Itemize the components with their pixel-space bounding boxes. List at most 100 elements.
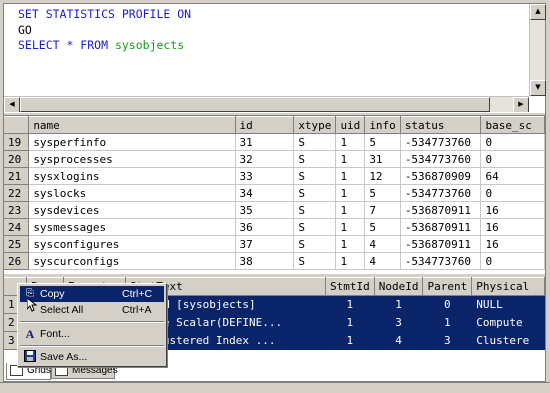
- cell-stmtid[interactable]: 1: [325, 295, 375, 314]
- editor-vertical-scrollbar[interactable]: ▲ ▼: [529, 4, 546, 96]
- cell-id[interactable]: 38: [235, 252, 295, 270]
- cell-xtype[interactable]: S: [293, 167, 337, 185]
- column-header-physical[interactable]: Physical: [471, 277, 545, 296]
- cell-parent[interactable]: 0: [422, 295, 473, 314]
- row-number[interactable]: 21: [4, 167, 30, 185]
- row-number[interactable]: 20: [4, 150, 30, 168]
- scroll-down-arrow-icon[interactable]: ▼: [530, 80, 546, 96]
- cell-name[interactable]: sysperfinfo: [28, 133, 236, 151]
- cell-base-sc[interactable]: 16: [480, 201, 545, 219]
- cell-base-sc[interactable]: 0: [480, 184, 545, 202]
- column-header-id[interactable]: id: [235, 116, 295, 134]
- row-number[interactable]: 25: [4, 235, 30, 253]
- cell-physical[interactable]: Compute: [471, 313, 545, 332]
- table-row[interactable]: 20 sysprocesses 32 S 1 31 -534773760 0: [4, 150, 545, 168]
- cell-parent[interactable]: 3: [422, 331, 473, 350]
- cell-base-sc[interactable]: 16: [480, 235, 545, 253]
- cell-info[interactable]: 5: [364, 218, 401, 236]
- cell-nodeid[interactable]: 3: [374, 313, 424, 332]
- menu-item-save-as[interactable]: Save As...: [20, 349, 164, 365]
- cell-info[interactable]: 4: [364, 252, 401, 270]
- cell-uid[interactable]: 1: [335, 201, 366, 219]
- cell-xtype[interactable]: S: [293, 201, 337, 219]
- row-number[interactable]: 24: [4, 218, 30, 236]
- cell-xtype[interactable]: S: [293, 252, 337, 270]
- cell-xtype[interactable]: S: [293, 184, 337, 202]
- column-header-parent[interactable]: Parent: [422, 277, 473, 296]
- table-row[interactable]: 24 sysmessages 36 S 1 5 -536870911 16: [4, 218, 545, 236]
- cell-base-sc[interactable]: 0: [480, 133, 545, 151]
- scroll-up-arrow-icon[interactable]: ▲: [530, 4, 546, 20]
- row-number[interactable]: 26: [4, 252, 30, 270]
- cell-id[interactable]: 36: [235, 218, 295, 236]
- cell-uid[interactable]: 1: [335, 184, 366, 202]
- table-row[interactable]: 25 sysconfigures 37 S 1 4 -536870911 16: [4, 235, 545, 253]
- cell-info[interactable]: 4: [364, 235, 401, 253]
- table-row[interactable]: 22 syslocks 34 S 1 5 -534773760 0: [4, 184, 545, 202]
- cell-uid[interactable]: 1: [335, 252, 366, 270]
- column-header-status[interactable]: status: [400, 116, 482, 134]
- cell-uid[interactable]: 1: [335, 133, 366, 151]
- cell-base-sc[interactable]: 0: [480, 150, 545, 168]
- cell-base-sc[interactable]: 16: [480, 218, 545, 236]
- cell-info[interactable]: 5: [364, 133, 401, 151]
- cell-name[interactable]: sysxlogins: [28, 167, 236, 185]
- cell-stmtid[interactable]: 1: [325, 331, 375, 350]
- row-number[interactable]: 19: [4, 133, 30, 151]
- sql-editor[interactable]: SET STATISTICS PROFILE ON GO SELECT * FR…: [4, 4, 546, 113]
- cell-status[interactable]: -534773760: [400, 184, 482, 202]
- table-row[interactable]: 19 sysperfinfo 31 S 1 5 -534773760 0: [4, 133, 545, 151]
- cell-nodeid[interactable]: 4: [374, 331, 424, 350]
- column-header-nodeid[interactable]: NodeId: [374, 277, 424, 296]
- cell-stmtid[interactable]: 1: [325, 313, 375, 332]
- cell-xtype[interactable]: S: [293, 133, 337, 151]
- cell-status[interactable]: -536870909: [400, 167, 482, 185]
- menu-item-font[interactable]: A Font...: [20, 326, 164, 342]
- cell-status[interactable]: -534773760: [400, 133, 482, 151]
- editor-horizontal-scrollbar[interactable]: ◀ ▶: [4, 96, 529, 113]
- cell-status[interactable]: -536870911: [400, 218, 482, 236]
- cell-nodeid[interactable]: 1: [374, 295, 424, 314]
- cell-uid[interactable]: 1: [335, 150, 366, 168]
- cell-id[interactable]: 34: [235, 184, 295, 202]
- scroll-right-arrow-icon[interactable]: ▶: [513, 97, 529, 113]
- menu-item-select-all[interactable]: Select All Ctrl+A: [20, 302, 164, 318]
- cell-xtype[interactable]: S: [293, 150, 337, 168]
- cell-name[interactable]: sysconfigures: [28, 235, 236, 253]
- cell-id[interactable]: 32: [235, 150, 295, 168]
- cell-info[interactable]: 7: [364, 201, 401, 219]
- editor-hscroll-thumb[interactable]: [20, 97, 490, 112]
- cell-info[interactable]: 31: [364, 150, 401, 168]
- cell-info[interactable]: 5: [364, 184, 401, 202]
- cell-status[interactable]: -534773760: [400, 150, 482, 168]
- cell-status[interactable]: -536870911: [400, 235, 482, 253]
- cell-name[interactable]: sysmessages: [28, 218, 236, 236]
- cell-name[interactable]: syscurconfigs: [28, 252, 236, 270]
- cell-id[interactable]: 33: [235, 167, 295, 185]
- cell-id[interactable]: 35: [235, 201, 295, 219]
- table-row[interactable]: 21 sysxlogins 33 S 1 12 -536870909 64: [4, 167, 545, 185]
- cell-physical[interactable]: Clustere: [471, 331, 545, 350]
- cell-status[interactable]: -536870911: [400, 201, 482, 219]
- cell-uid[interactable]: 1: [335, 167, 366, 185]
- row-number[interactable]: 23: [4, 201, 30, 219]
- cell-base-sc[interactable]: 0: [480, 252, 545, 270]
- cell-name[interactable]: sysprocesses: [28, 150, 236, 168]
- table-row[interactable]: 23 sysdevices 35 S 1 7 -536870911 16: [4, 201, 545, 219]
- cell-uid[interactable]: 1: [335, 235, 366, 253]
- cell-parent[interactable]: 1: [422, 313, 473, 332]
- cell-xtype[interactable]: S: [293, 218, 337, 236]
- cell-id[interactable]: 37: [235, 235, 295, 253]
- column-header-info[interactable]: info: [364, 116, 401, 134]
- column-header-stmtid[interactable]: StmtId: [325, 277, 375, 296]
- menu-item-copy[interactable]: ⎘ Copy Ctrl+C: [20, 286, 164, 302]
- cell-info[interactable]: 12: [364, 167, 401, 185]
- cell-status[interactable]: -534773760: [400, 252, 482, 270]
- results-grid[interactable]: name id xtype uid info status base_sc 19…: [4, 116, 545, 274]
- scroll-left-arrow-icon[interactable]: ◀: [4, 97, 20, 113]
- table-row[interactable]: 26 syscurconfigs 38 S 1 4 -534773760 0: [4, 252, 545, 270]
- cell-uid[interactable]: 1: [335, 218, 366, 236]
- cell-xtype[interactable]: S: [293, 235, 337, 253]
- column-header-base-sc[interactable]: base_sc: [480, 116, 545, 134]
- cell-physical[interactable]: NULL: [471, 295, 545, 314]
